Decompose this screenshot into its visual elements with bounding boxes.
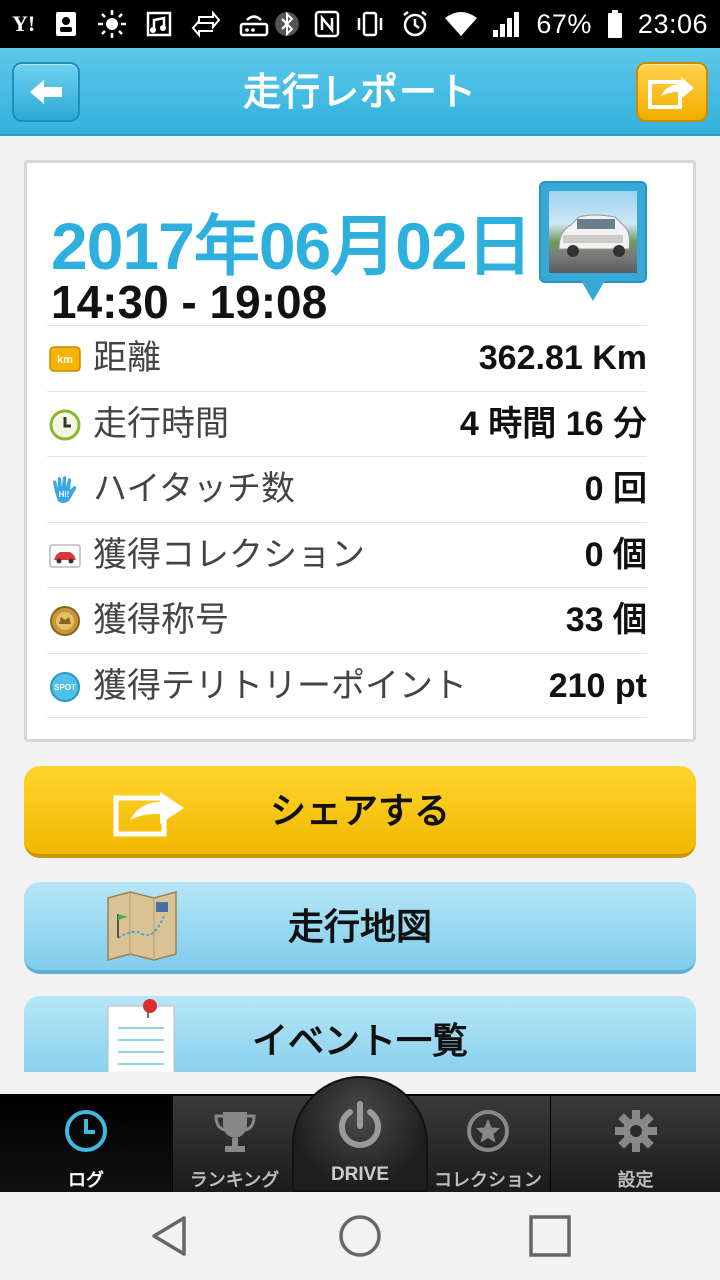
system-nav-bar xyxy=(0,1192,720,1280)
page-title: 走行レポート xyxy=(242,70,477,114)
nav-home-icon[interactable] xyxy=(336,1212,384,1260)
tab-settings[interactable]: 設定 xyxy=(550,1096,720,1194)
stat-value: 362.81 Km xyxy=(478,339,647,377)
trophy-icon xyxy=(213,1112,256,1152)
stat-label: ハイタッチ数 xyxy=(93,469,295,509)
stat-row-territory: SPOT 獲得テリトリーポイント 210 pt xyxy=(47,652,647,718)
spot-icon: SPOT xyxy=(50,671,80,702)
nav-recents-icon[interactable] xyxy=(526,1212,574,1260)
header-share-button[interactable] xyxy=(636,62,708,122)
battery-percent: 67% xyxy=(536,8,592,39)
tab-label: ランキング xyxy=(189,1170,280,1191)
stat-value: 33 個 xyxy=(565,601,647,639)
contact-card-icon xyxy=(53,9,79,39)
clock-icon xyxy=(49,409,81,440)
bluetooth-icon xyxy=(274,9,300,39)
event-list-button-label: イベント一覧 xyxy=(251,1021,468,1062)
stat-label: 獲得コレクション xyxy=(93,534,365,575)
clock-time: 23:06 xyxy=(637,8,708,39)
status-bar: Y! 67% 23:06 xyxy=(0,0,720,48)
stat-row-high-touch: Hi! ハイタッチ数 0 回 xyxy=(47,456,647,522)
stat-value: 4 時間 16 分 xyxy=(459,404,647,443)
tab-label: ログ xyxy=(68,1170,104,1191)
stat-row-drive-time: 走行時間 4 時間 16 分 xyxy=(47,390,647,457)
power-icon xyxy=(339,1101,381,1148)
stat-value: 0 個 xyxy=(584,535,647,574)
nfc-icon xyxy=(314,9,340,39)
drive-map-button-label: 走行地図 xyxy=(287,907,432,948)
app-header: 走行レポート xyxy=(0,48,720,136)
share-icon xyxy=(648,77,694,109)
gear-icon xyxy=(614,1110,657,1152)
km-icon: km xyxy=(49,346,81,372)
yahoo-icon: Y! xyxy=(12,11,36,36)
car-photo-pin[interactable] xyxy=(539,181,647,309)
car-card-icon xyxy=(49,543,81,568)
share-button-label: シェアする xyxy=(269,791,450,832)
weather-sun-icon xyxy=(97,9,127,39)
stat-label: 距離 xyxy=(93,338,161,378)
title-badge-icon xyxy=(50,606,80,636)
nav-back-icon[interactable] xyxy=(146,1212,194,1260)
tab-collection[interactable]: コレクション xyxy=(426,1096,550,1194)
battery-icon xyxy=(606,9,624,39)
alarm-icon xyxy=(400,9,430,39)
km-icon-text: km xyxy=(57,354,73,366)
wifi-icon xyxy=(444,9,478,39)
stat-row-collection: 獲得コレクション 0 個 xyxy=(47,521,647,588)
stat-row-titles: 獲得称号 33 個 xyxy=(47,587,647,653)
stat-row-distance: km 距離 362.81 Km xyxy=(47,325,647,391)
sync-icon xyxy=(191,9,221,39)
stat-value: 210 pt xyxy=(548,666,647,705)
tab-label: 設定 xyxy=(617,1170,654,1191)
report-card: 2017年06月02日 14:30 - 19:08 km 距離 362.81 K… xyxy=(24,160,696,742)
stat-value: 0 回 xyxy=(584,470,647,508)
share-button[interactable]: シェアする xyxy=(24,766,696,858)
event-list-button[interactable]: イベント一覧 xyxy=(24,996,696,1072)
media-icon xyxy=(145,9,173,39)
report-time-range: 14:30 - 19:08 xyxy=(51,276,328,328)
drive-map-button[interactable]: 走行地図 xyxy=(24,882,696,974)
spot-icon-text: SPOT xyxy=(54,683,76,692)
arrow-left-icon xyxy=(30,80,62,104)
hi-icon-text: Hi! xyxy=(59,490,70,499)
hi-five-icon: Hi! xyxy=(53,476,77,503)
drive-label: DRIVE xyxy=(330,1164,390,1185)
stat-label: 走行時間 xyxy=(93,403,229,444)
signal-icon xyxy=(492,9,522,39)
tab-label: コレクション xyxy=(434,1170,542,1191)
stat-label: 獲得称号 xyxy=(93,600,229,640)
router-icon xyxy=(239,9,269,39)
car-photo xyxy=(549,191,637,273)
stat-label: 獲得テリトリーポイント xyxy=(93,665,467,706)
clock-icon xyxy=(65,1110,107,1152)
back-button[interactable] xyxy=(12,62,80,122)
tab-ranking[interactable]: ランキング xyxy=(172,1096,296,1194)
report-stats: km 距離 362.81 Km 走行時間 4 時間 16 分 Hi! ハイタッチ… xyxy=(47,325,647,718)
vibrate-icon xyxy=(354,9,386,39)
tab-log[interactable]: ログ xyxy=(0,1096,172,1194)
star-badge-icon xyxy=(467,1110,509,1152)
